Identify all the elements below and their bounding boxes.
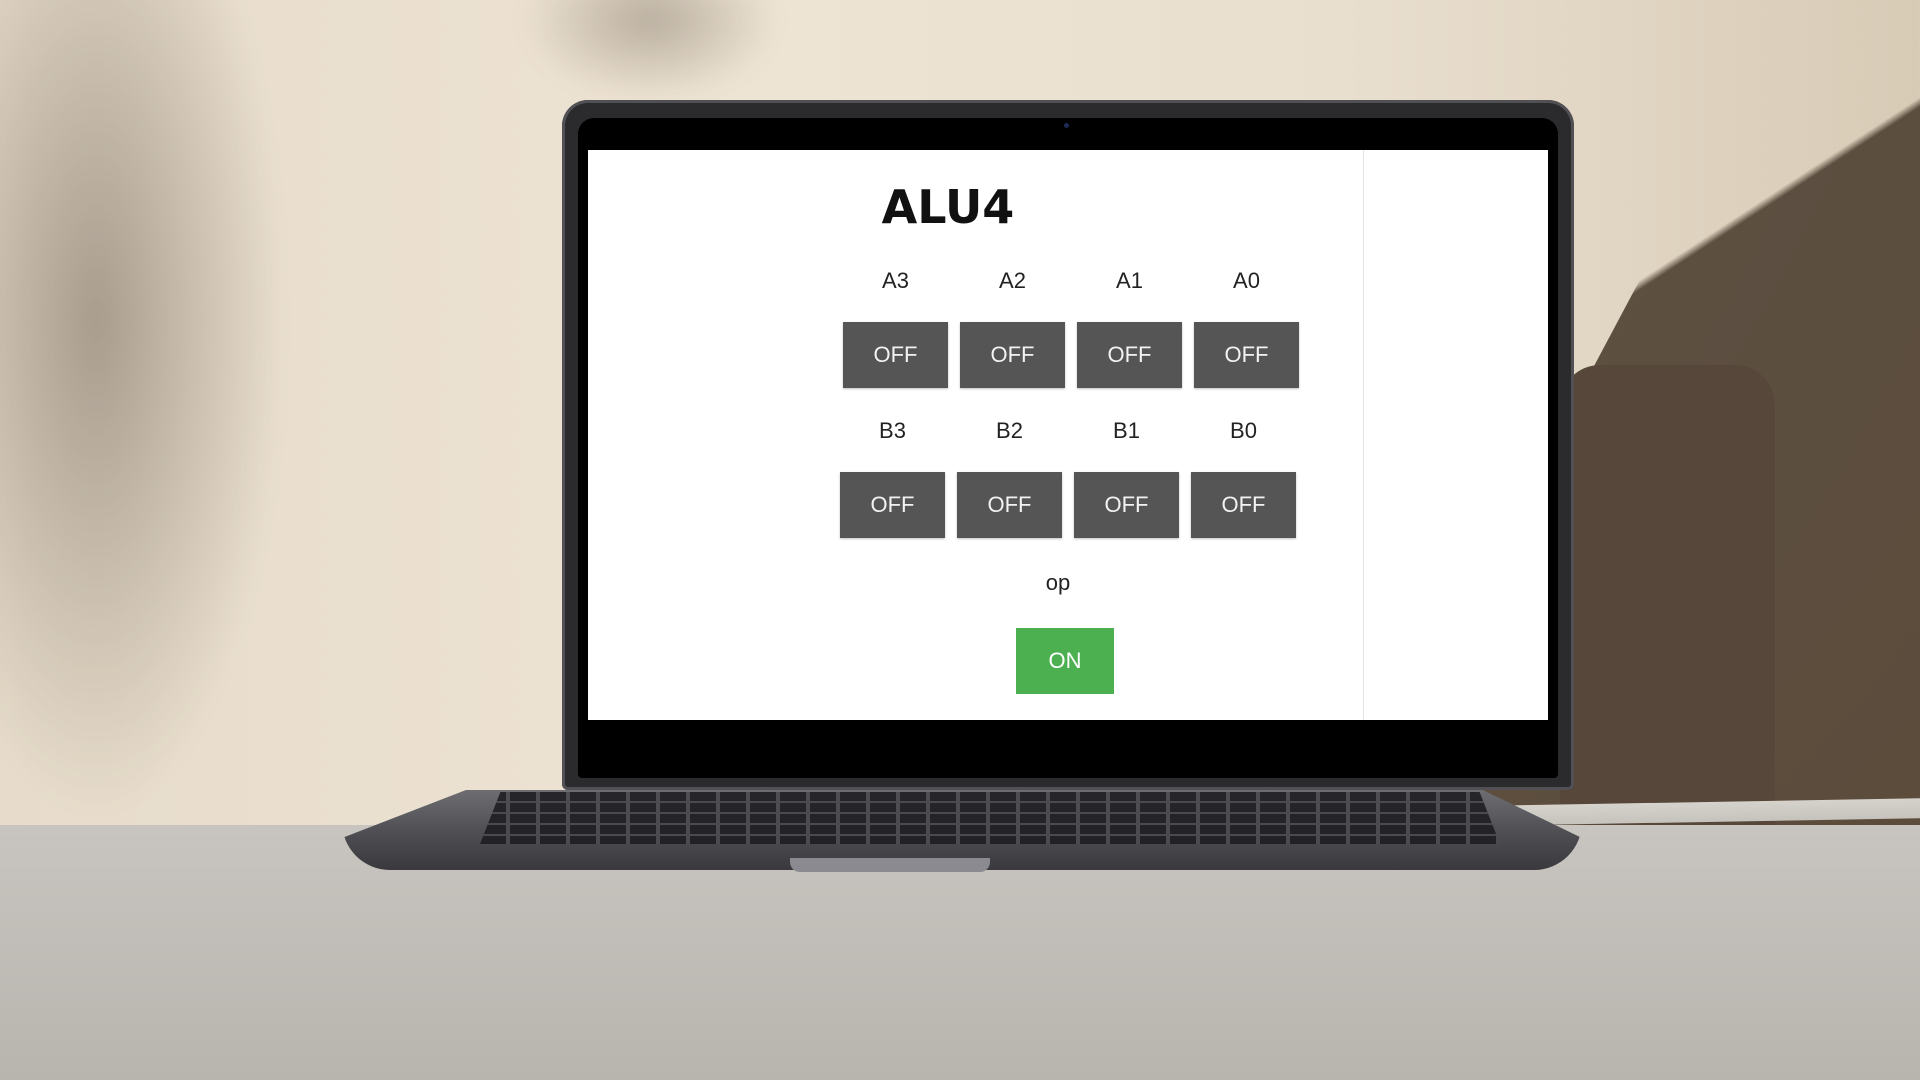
laptop-screen: ALU4 A3 A2 A1 A0 OFF OFF OFF OFF B3 B2 B… — [588, 150, 1548, 720]
op-label: op — [1045, 570, 1071, 595]
toggle-op-button[interactable]: ON — [1016, 628, 1114, 694]
toggle-a2-button[interactable]: OFF — [960, 322, 1065, 388]
bit-label-a1: A1 — [1116, 268, 1143, 293]
bit-label-b0: B0 — [1230, 418, 1257, 443]
plant-shadow — [0, 0, 300, 860]
screen-divider — [1363, 150, 1364, 720]
bit-label-b1: B1 — [1113, 418, 1140, 443]
toggle-b1-button[interactable]: OFF — [1074, 472, 1179, 538]
toggle-a1-button[interactable]: OFF — [1077, 322, 1182, 388]
bit-label-a0: A0 — [1233, 268, 1260, 293]
toggle-a3-button[interactable]: OFF — [843, 322, 948, 388]
keyboard-rows — [480, 792, 1500, 844]
laptop-front-notch — [790, 858, 990, 872]
toggle-a0-button[interactable]: OFF — [1194, 322, 1299, 388]
camera-icon — [1064, 123, 1069, 128]
a-labels-row: A3 A2 A1 A0 — [843, 268, 1299, 294]
b-labels-row: B3 B2 B1 B0 — [840, 418, 1296, 444]
toggle-b0-button[interactable]: OFF — [1191, 472, 1296, 538]
bit-label-b2: B2 — [996, 418, 1023, 443]
b-buttons-row: OFF OFF OFF OFF — [840, 472, 1296, 538]
bit-label-a3: A3 — [882, 268, 909, 293]
alu-app: ALU4 A3 A2 A1 A0 OFF OFF OFF OFF B3 B2 B… — [588, 150, 1363, 720]
toggle-b3-button[interactable]: OFF — [840, 472, 945, 538]
leaf-shadow — [520, 0, 780, 100]
laptop-shadow — [1560, 365, 1775, 845]
a-buttons-row: OFF OFF OFF OFF — [843, 322, 1299, 388]
toggle-b2-button[interactable]: OFF — [957, 472, 1062, 538]
bit-label-a2: A2 — [999, 268, 1026, 293]
bit-label-b3: B3 — [879, 418, 906, 443]
camera-notch — [1010, 118, 1124, 144]
page-title: ALU4 — [881, 180, 1015, 234]
